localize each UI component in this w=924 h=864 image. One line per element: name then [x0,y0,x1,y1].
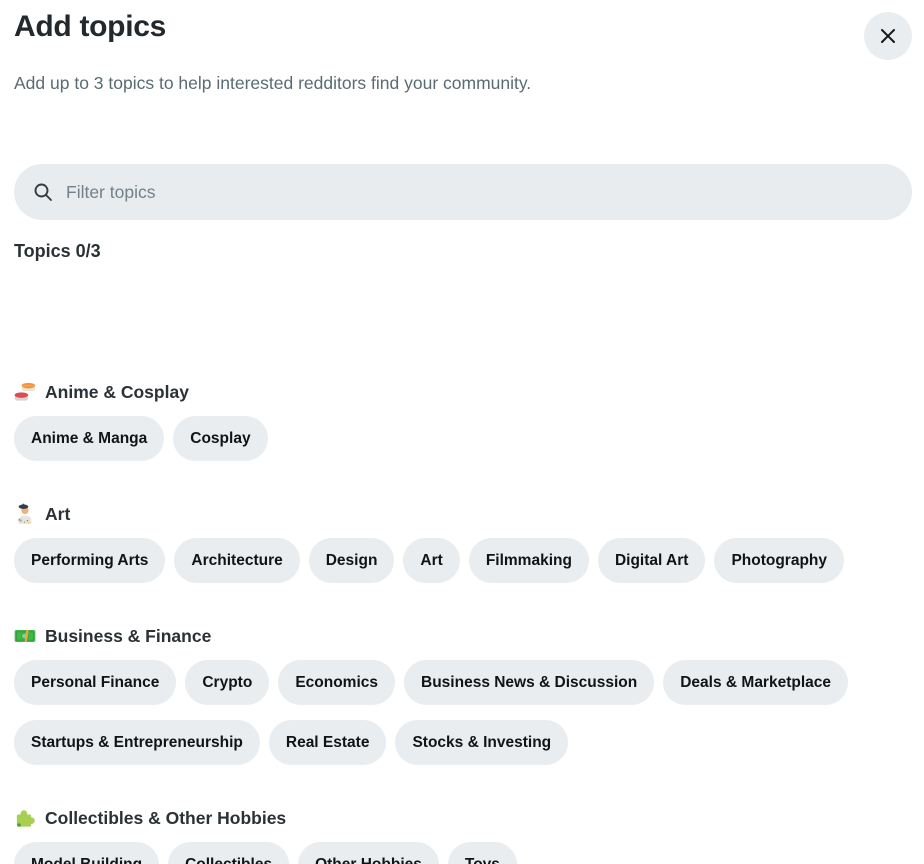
topic-chip-cosplay[interactable]: Cosplay [173,416,267,461]
artist-emoji [14,503,36,525]
section-title: Business & Finance [45,626,211,647]
section-title: Art [45,504,70,525]
topic-chip-toys[interactable]: Toys [448,842,517,864]
topic-chip-architecture[interactable]: Architecture [174,538,299,583]
topic-chip-real-estate[interactable]: Real Estate [269,720,387,765]
close-button[interactable] [864,12,912,60]
topic-chip-collectibles[interactable]: Collectibles [168,842,289,864]
topic-chip-stocks-investing[interactable]: Stocks & Investing [395,720,568,765]
topic-chip-performing-arts[interactable]: Performing Arts [14,538,165,583]
topic-sections-list: Anime & Cosplay Anime & MangaCosplay Art… [14,381,912,864]
topic-chip-economics[interactable]: Economics [278,660,395,705]
topic-section-anime-cosplay: Anime & Cosplay Anime & MangaCosplay [14,381,912,461]
topic-chip-filmmaking[interactable]: Filmmaking [469,538,589,583]
topic-chip-model-building[interactable]: Model Building [14,842,159,864]
topic-chip-personal-finance[interactable]: Personal Finance [14,660,176,705]
section-title: Collectibles & Other Hobbies [45,808,286,829]
topic-chip-art[interactable]: Art [403,538,459,583]
topic-chip-digital-art[interactable]: Digital Art [598,538,705,583]
section-title: Anime & Cosplay [45,382,189,403]
topic-chip-anime-manga[interactable]: Anime & Manga [14,416,164,461]
add-topics-modal: Add topics Add up to 3 topics to help in… [0,0,924,864]
topics-counter: Topics 0/3 [14,241,912,262]
dollar-banknote-emoji [14,625,36,647]
modal-title: Add topics [14,10,166,45]
search-input[interactable] [66,182,894,203]
topic-chip-design[interactable]: Design [309,538,395,583]
topic-chips-row: Personal FinanceCryptoEconomicsBusiness … [14,660,912,765]
topic-chip-startups-entrepreneurship[interactable]: Startups & Entrepreneurship [14,720,260,765]
topic-section-art: Art Performing ArtsArchitectureDesignArt… [14,503,912,583]
topic-chip-deals-marketplace[interactable]: Deals & Marketplace [663,660,848,705]
topic-chips-row: Performing ArtsArchitectureDesignArtFilm… [14,538,912,583]
puzzle-piece-emoji [14,807,36,829]
magnifying-glass-icon [32,181,54,203]
topic-section-business-finance: Business & Finance Personal FinanceCrypt… [14,625,912,765]
topic-chips-row: Anime & MangaCosplay [14,416,912,461]
topic-chip-other-hobbies[interactable]: Other Hobbies [298,842,439,864]
sushi-emoji [14,381,36,403]
topic-chip-crypto[interactable]: Crypto [185,660,269,705]
section-header: Anime & Cosplay [14,381,912,403]
section-header: Art [14,503,912,525]
close-x-icon [878,26,898,46]
modal-subtitle: Add up to 3 topics to help interested re… [14,73,912,94]
section-header: Business & Finance [14,625,912,647]
topic-section-collectibles-other-hobbies: Collectibles & Other Hobbies Model Build… [14,807,912,864]
topic-chip-photography[interactable]: Photography [714,538,844,583]
filter-topics-searchbar[interactable] [14,164,912,220]
topic-chip-business-news-discussion[interactable]: Business News & Discussion [404,660,654,705]
modal-header: Add topics [14,0,912,60]
topic-chips-row: Model Building Collectibles Other Hobbies T… [14,842,912,864]
section-header: Collectibles & Other Hobbies [14,807,912,829]
